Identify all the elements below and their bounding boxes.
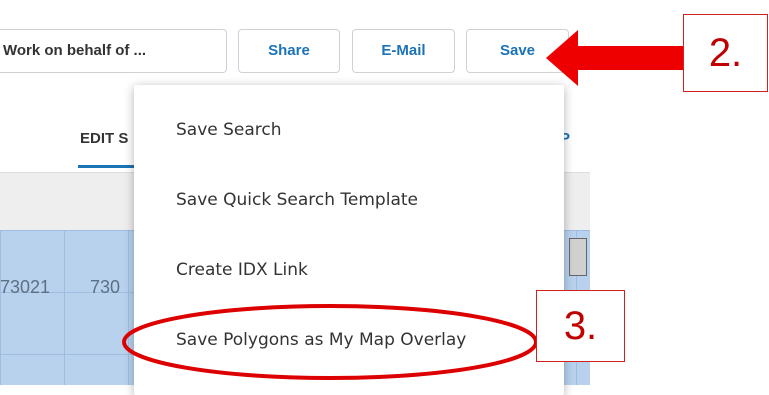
share-button[interactable]: Share [238, 29, 340, 73]
annotation-step-2: 2. [683, 14, 768, 92]
menu-item-create-idx-link[interactable]: Create IDX Link [176, 260, 308, 280]
map-zoom-control[interactable] [569, 238, 587, 276]
tab-edit-search[interactable]: EDIT S [80, 130, 128, 147]
toolbar: Work on behalf of ... Share E-Mail Save [0, 0, 590, 93]
work-on-behalf-button[interactable]: Work on behalf of ... [0, 29, 227, 73]
menu-item-save-quick-search-template[interactable]: Save Quick Search Template [176, 190, 418, 210]
annotation-ellipse [122, 304, 538, 380]
menu-item-save-search[interactable]: Save Search [176, 120, 282, 140]
annotation-arrow [546, 30, 684, 86]
email-button[interactable]: E-Mail [352, 29, 455, 73]
map-zip-label: 73021 [0, 277, 51, 297]
annotation-step-3: 3. [536, 290, 625, 362]
map-zip-label: 730 [90, 277, 121, 297]
